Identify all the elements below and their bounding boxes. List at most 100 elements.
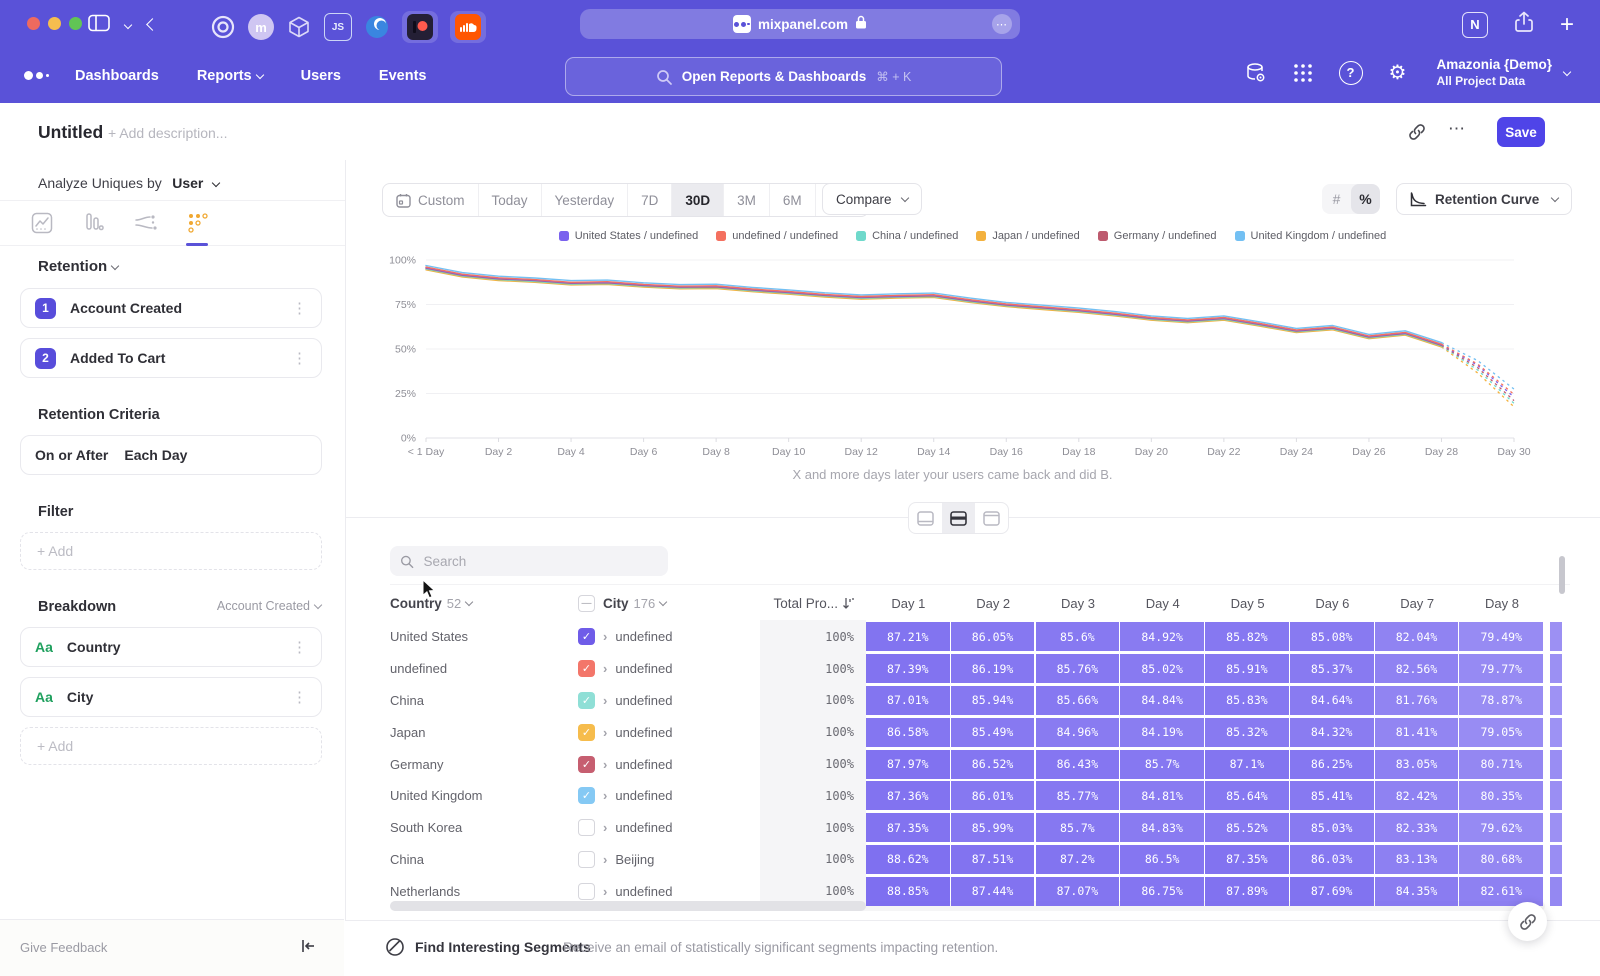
row-checkbox[interactable] bbox=[578, 819, 595, 836]
legend-item[interactable]: Germany / undefined bbox=[1098, 230, 1217, 242]
chart-view-selector[interactable]: Retention Curve bbox=[1396, 183, 1572, 215]
absolute-values-toggle[interactable]: # bbox=[1322, 184, 1351, 214]
analyze-value[interactable]: User bbox=[172, 175, 203, 191]
nav-item-users[interactable]: Users bbox=[301, 68, 341, 84]
column-header-city[interactable]: City 176 bbox=[603, 596, 666, 611]
criteria-on-or-after[interactable]: On or After bbox=[35, 447, 108, 463]
notion-extension-icon[interactable]: N bbox=[1462, 12, 1488, 38]
table-row[interactable]: Netherlands›undefined100%88.85%87.44%87.… bbox=[390, 875, 1570, 907]
settings-gear-icon[interactable]: ⚙ bbox=[1389, 60, 1407, 85]
apps-grid-icon[interactable] bbox=[1293, 63, 1313, 83]
minimize-window-button[interactable] bbox=[48, 17, 61, 30]
help-icon[interactable]: ? bbox=[1339, 61, 1363, 85]
new-tab-button[interactable]: + bbox=[1560, 15, 1574, 35]
nav-item-dashboards[interactable]: Dashboards bbox=[75, 68, 159, 84]
expand-row-icon[interactable]: › bbox=[603, 852, 607, 867]
select-all-checkbox[interactable]: — bbox=[578, 595, 595, 612]
range-custom[interactable]: Custom bbox=[383, 184, 479, 216]
row-checkbox[interactable]: ✓ bbox=[578, 787, 595, 804]
column-header-day-8[interactable]: Day 8 bbox=[1460, 596, 1545, 611]
row-checkbox[interactable]: ✓ bbox=[578, 660, 595, 677]
expand-row-icon[interactable]: › bbox=[603, 884, 607, 899]
range-today[interactable]: Today bbox=[479, 184, 542, 216]
range-30d[interactable]: 30D bbox=[672, 184, 724, 216]
column-header-day-3[interactable]: Day 3 bbox=[1036, 596, 1121, 611]
more-options-icon[interactable]: ⋯ bbox=[1448, 119, 1466, 139]
tab-retention[interactable] bbox=[186, 211, 210, 235]
expand-row-icon[interactable]: › bbox=[603, 661, 607, 676]
back-button[interactable] bbox=[148, 16, 157, 34]
mixpanel-logo[interactable] bbox=[24, 71, 49, 80]
legend-item[interactable]: China / undefined bbox=[856, 230, 958, 242]
row-checkbox[interactable]: ✓ bbox=[578, 724, 595, 741]
table-row[interactable]: China✓›undefined100%87.01%85.94%85.66%84… bbox=[390, 685, 1570, 717]
percent-values-toggle[interactable]: % bbox=[1351, 184, 1380, 214]
table-row[interactable]: Japan✓›undefined100%86.58%85.49%84.96%84… bbox=[390, 716, 1570, 748]
step-card-added-to-cart[interactable]: 2 Added To Cart ⋮ bbox=[20, 338, 322, 378]
range-7d[interactable]: 7D bbox=[628, 184, 672, 216]
address-bar[interactable]: mixpanel.com ⋯ bbox=[580, 9, 1020, 39]
expand-row-icon[interactable]: › bbox=[603, 725, 607, 740]
breakdown-card-country[interactable]: Aa Country ⋮ bbox=[20, 627, 322, 667]
global-search[interactable]: Open Reports & Dashboards ⌘ + K bbox=[565, 57, 1002, 96]
tab-flows[interactable] bbox=[134, 211, 158, 235]
nav-item-reports[interactable]: Reports bbox=[197, 68, 263, 84]
add-description[interactable]: + Add description... bbox=[108, 125, 227, 141]
chevron-down-icon[interactable] bbox=[124, 20, 132, 28]
m-extension-icon[interactable]: m bbox=[248, 14, 274, 40]
table-search[interactable] bbox=[390, 546, 668, 576]
kebab-menu-icon[interactable]: ⋮ bbox=[292, 351, 307, 366]
data-management-icon[interactable] bbox=[1245, 62, 1267, 84]
table-row[interactable]: United Kingdom✓›undefined100%87.36%86.01… bbox=[390, 780, 1570, 812]
range-yesterday[interactable]: Yesterday bbox=[542, 184, 629, 216]
soundcloud-tab-icon[interactable] bbox=[450, 11, 486, 43]
column-header-day-1[interactable]: Day 1 bbox=[866, 596, 951, 611]
legend-item[interactable]: United States / undefined bbox=[559, 230, 699, 242]
criteria-card[interactable]: On or After Each Day bbox=[20, 435, 322, 475]
expand-row-icon[interactable]: › bbox=[603, 788, 607, 803]
close-window-button[interactable] bbox=[27, 17, 40, 30]
nav-item-events[interactable]: Events bbox=[379, 68, 427, 84]
column-header-day-2[interactable]: Day 2 bbox=[951, 596, 1036, 611]
range-3m[interactable]: 3M bbox=[724, 184, 770, 216]
row-checkbox[interactable] bbox=[578, 883, 595, 900]
compare-button[interactable]: Compare bbox=[822, 183, 922, 215]
give-feedback-link[interactable]: Give Feedback bbox=[20, 940, 107, 955]
legend-item[interactable]: Japan / undefined bbox=[976, 230, 1079, 242]
row-checkbox[interactable]: ✓ bbox=[578, 628, 595, 645]
kebab-menu-icon[interactable]: ⋮ bbox=[292, 301, 307, 316]
column-header-day-5[interactable]: Day 5 bbox=[1205, 596, 1290, 611]
column-header-day-4[interactable]: Day 4 bbox=[1120, 596, 1205, 611]
breakdown-event-selector[interactable]: Account Created bbox=[217, 599, 321, 613]
step-card-account-created[interactable]: 1 Account Created ⋮ bbox=[20, 288, 322, 328]
expand-row-icon[interactable]: › bbox=[603, 693, 607, 708]
maximize-window-button[interactable] bbox=[69, 17, 82, 30]
vertical-scrollbar-thumb[interactable] bbox=[1559, 556, 1565, 594]
row-checkbox[interactable] bbox=[578, 851, 595, 868]
table-row[interactable]: undefined✓›undefined100%87.39%86.19%85.7… bbox=[390, 653, 1570, 685]
layout-table-only-icon[interactable] bbox=[975, 503, 1008, 533]
legend-item[interactable]: undefined / undefined bbox=[716, 230, 838, 242]
expand-row-icon[interactable]: › bbox=[603, 820, 607, 835]
copy-link-icon[interactable] bbox=[1408, 123, 1426, 146]
kebab-menu-icon[interactable]: ⋮ bbox=[292, 640, 307, 655]
table-search-input[interactable] bbox=[422, 553, 658, 570]
column-header-day-6[interactable]: Day 6 bbox=[1290, 596, 1375, 611]
browser-extension-icon[interactable] bbox=[364, 14, 390, 40]
tab-funnels[interactable] bbox=[82, 211, 106, 235]
collapse-sidebar-icon[interactable] bbox=[300, 938, 316, 959]
analyze-uniques-row[interactable]: Analyze Uniques by User bbox=[38, 175, 219, 193]
row-checkbox[interactable]: ✓ bbox=[578, 756, 595, 773]
column-header-country[interactable]: Country 52 bbox=[390, 596, 578, 611]
cube-extension-icon[interactable] bbox=[286, 14, 312, 40]
report-title[interactable]: Untitled bbox=[38, 122, 103, 143]
table-row[interactable]: United States✓›undefined100%87.21%86.05%… bbox=[390, 621, 1570, 653]
column-header-total[interactable]: Total Pro... bbox=[773, 596, 838, 611]
expand-row-icon[interactable]: › bbox=[603, 757, 607, 772]
share-link-fab[interactable] bbox=[1508, 902, 1547, 941]
sort-descending-icon[interactable] bbox=[842, 597, 854, 610]
project-switcher[interactable]: Amazonia {Demo} All Project Data bbox=[1436, 57, 1570, 89]
layout-split-icon[interactable] bbox=[942, 503, 975, 533]
tab-insights[interactable] bbox=[30, 211, 54, 235]
filter-add-button[interactable]: + Add bbox=[20, 532, 322, 570]
